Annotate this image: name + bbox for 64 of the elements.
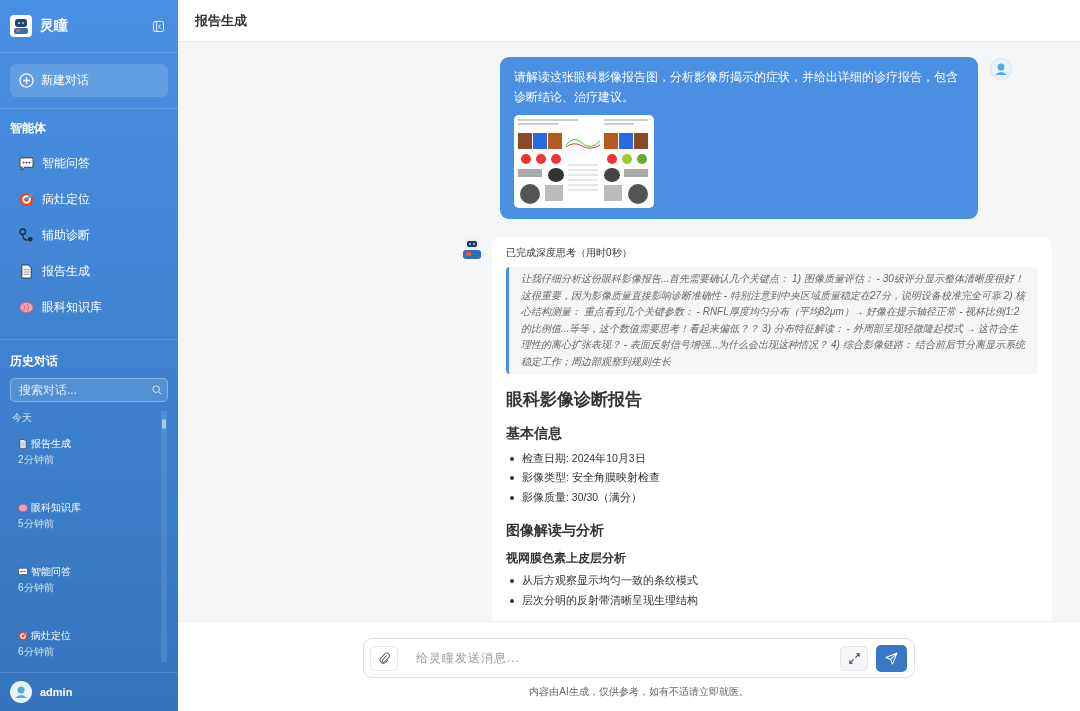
list-item-text: 影像类型: 安全角膜映射检查 <box>522 471 660 486</box>
message-composer[interactable]: 给灵瞳发送消息... <box>363 638 915 678</box>
thinking-quote: 让我仔细分析这份眼科影像报告...首先需要确认几个关键点： 1) 图像质量评估： - 30级评分显示整体清晰度很好！这很重要，因为影像质量直接影响诊断准确性 - 特别注意到中央区域质量稳定在27分，说明设备校准完全可靠 2) 核心结构测量： 重点看到几个关键参数： - RNFL厚度均匀分布（平均82μm）→ 好像在提示轴径正常 - 视杯比例1:2的比例值...等等，这个数值需要思考！看起来偏低？？ 3) 分布特征解读： - 外周部呈现轻微隆起模式 → 这符合生理性的离心扩张表现？ - 表面反射信号增强...为什么会出现这种情况？ 4) 综合影像链路： 结合前后节分离显示系统稳定工作；周边部观察到规则生长 <box>506 267 1038 374</box>
report-heading: 眼科影像诊断报告 <box>506 389 643 411</box>
robot-avatar-icon <box>460 237 484 261</box>
agent-item[interactable]: 报告生成 <box>0 253 178 289</box>
agent-item[interactable]: 智能问答 <box>0 145 178 181</box>
report-image-drawing[interactable] <box>514 115 654 208</box>
message-input[interactable]: 给灵瞳发送消息... <box>406 650 832 666</box>
bullet-icon <box>510 598 514 603</box>
user-message-text: 请解读这张眼科影像报告图，分析影像所揭示的症状，并给出详细的诊疗报告，包含诊断结论、治疗建议。 <box>514 70 959 105</box>
section-heading: 图像解读与分析 <box>506 521 605 540</box>
list-item-text: 检查日期: 2024年10月3日 <box>522 451 646 466</box>
send-icon <box>885 651 898 665</box>
disclaimer-text: 内容由AI生成，仅供参考，如有不适请立即就医。 <box>529 685 749 699</box>
history-item-time: 6分钟前 <box>18 645 55 659</box>
speech-bubble-icon <box>19 155 34 171</box>
bullet-icon <box>510 476 514 481</box>
section-heading: 基本信息 <box>506 425 563 443</box>
attach-button[interactable] <box>370 645 398 671</box>
expand-arrows-icon <box>847 651 861 665</box>
history-item-title[interactable]: 病灶定位 <box>18 629 161 643</box>
bullet-icon <box>510 495 514 500</box>
app-name: 灵瞳 <box>40 17 69 35</box>
group-label: 今天 <box>12 411 33 425</box>
search-icon <box>152 385 162 395</box>
history-item-time: 2分钟前 <box>18 453 55 467</box>
history-item-time: 5分钟前 <box>18 517 55 531</box>
list-item-text: 影像质量: 30/30（满分） <box>522 490 643 505</box>
new-chat-button[interactable]: 新建对话 <box>10 64 168 97</box>
send-button[interactable] <box>876 644 907 672</box>
list-item-text: 层次分明的反射带清晰呈现生理结构 <box>522 593 698 608</box>
target-icon <box>19 191 34 207</box>
brain-icon <box>19 299 34 315</box>
page-title: 报告生成 <box>195 11 247 30</box>
speech-bubble-icon <box>18 567 28 577</box>
robot-logo-icon <box>10 15 32 37</box>
stethoscope-icon <box>19 227 34 243</box>
user-avatar-icon <box>10 681 32 703</box>
list-item-text: 从后方观察显示均匀一致的条纹模式 <box>522 574 698 589</box>
agent-item[interactable]: 病灶定位 <box>0 181 178 217</box>
target-icon <box>18 631 28 641</box>
history-item-title[interactable]: 智能问答 <box>18 565 161 579</box>
user-avatar-icon <box>990 58 1012 80</box>
history-item-title[interactable]: 眼科知识库 <box>18 501 161 515</box>
agent-item[interactable]: 辅助诊断 <box>0 217 178 253</box>
subsection-heading: 视网膜色素上皮层分析 <box>506 549 627 567</box>
thinking-status: 已完成深度思考（用时0秒） <box>506 246 633 260</box>
bullet-icon <box>510 579 514 584</box>
user-name: admin <box>40 686 73 698</box>
collapse-sidebar-icon[interactable] <box>153 20 164 32</box>
section-title: 智能体 <box>9 120 47 137</box>
history-item-title[interactable]: 报告生成 <box>18 437 161 451</box>
document-icon <box>18 439 28 449</box>
expand-button[interactable] <box>840 645 868 671</box>
plus-circle-icon <box>19 73 34 88</box>
scrollbar[interactable] <box>161 411 167 662</box>
agent-item[interactable]: 眼科知识库 <box>0 289 178 325</box>
bullet-icon <box>510 456 514 461</box>
paperclip-icon <box>377 651 391 665</box>
document-icon <box>19 263 34 279</box>
brain-icon <box>18 503 28 513</box>
history-item-time: 6分钟前 <box>18 581 55 595</box>
section-title: 历史对话 <box>9 353 59 370</box>
